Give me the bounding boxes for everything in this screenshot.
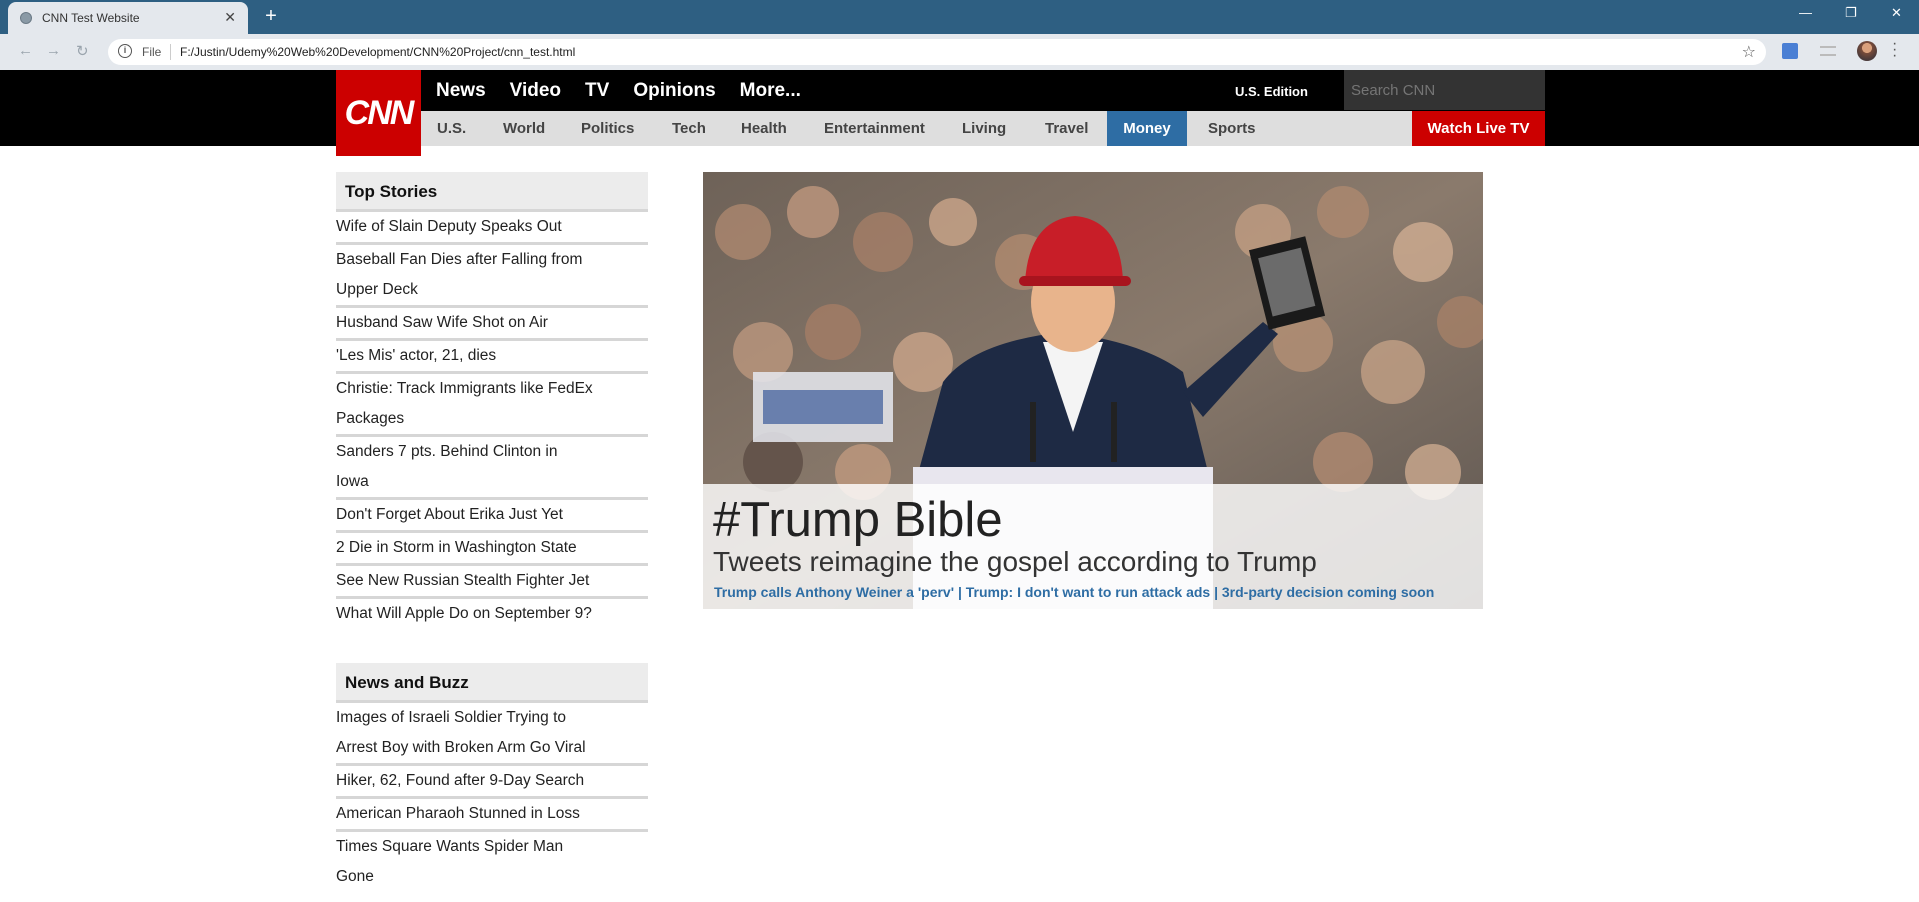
buzz-link[interactable]: Images of Israeli Soldier Trying to Arre… [336, 703, 648, 766]
story-link[interactable]: Husband Saw Wife Shot on Air [336, 308, 648, 341]
section-world[interactable]: World [503, 111, 545, 146]
section-nav: U.S. World Politics Tech Health Entertai… [421, 111, 1545, 146]
nav-video[interactable]: Video [510, 80, 561, 104]
section-money[interactable]: Money [1107, 111, 1187, 146]
buzz-link[interactable]: American Pharaoh Stunned in Loss [336, 799, 648, 832]
news-buzz-heading: News and Buzz [336, 663, 648, 703]
forward-arrow-icon[interactable]: → [46, 42, 61, 59]
nav-opinions[interactable]: Opinions [633, 80, 715, 104]
bookmark-star-icon[interactable]: ☆ [1742, 42, 1756, 62]
browser-toolbar: ← → ↻ i File F:/Justin/Udemy%20Web%20Dev… [0, 34, 1919, 70]
story-link[interactable]: Don't Forget About Erika Just Yet [336, 500, 648, 533]
nav-tv[interactable]: TV [585, 80, 609, 104]
hero-related-links[interactable]: Trump calls Anthony Weiner a 'perv' | Tr… [714, 584, 1434, 600]
reload-icon[interactable]: ↻ [76, 42, 89, 60]
story-link[interactable]: Wife of Slain Deputy Speaks Out [336, 212, 648, 245]
new-tab-button[interactable]: + [260, 6, 282, 28]
section-sports[interactable]: Sports [1208, 111, 1256, 146]
cnn-logo[interactable]: CNN [336, 70, 421, 156]
back-arrow-icon[interactable]: ← [18, 42, 33, 59]
close-window-button[interactable]: ✕ [1891, 5, 1902, 21]
hero-caption: #Trump Bible Tweets reimagine the gospel… [703, 484, 1483, 609]
close-tab-icon[interactable]: ✕ [224, 9, 236, 26]
url-text[interactable]: F:/Justin/Udemy%20Web%20Development/CNN%… [180, 45, 575, 59]
edition-selector[interactable]: U.S. Edition [1235, 84, 1308, 99]
tab-title: CNN Test Website [42, 11, 140, 25]
logo-text: CNN [344, 93, 415, 132]
sidebar: Top Stories Wife of Slain Deputy Speaks … [336, 172, 648, 892]
story-link[interactable]: Christie: Track Immigrants like FedEx Pa… [336, 374, 648, 437]
story-link[interactable]: 2 Die in Storm in Washington State [336, 533, 648, 566]
story-link[interactable]: Sanders 7 pts. Behind Clinton in Iowa [336, 437, 648, 500]
search-input[interactable] [1344, 70, 1545, 110]
story-link[interactable]: Baseball Fan Dies after Falling from Upp… [336, 245, 648, 308]
section-politics[interactable]: Politics [581, 111, 634, 146]
extension-icon[interactable] [1820, 46, 1836, 56]
minimize-button[interactable]: — [1799, 5, 1812, 20]
buzz-link[interactable]: Hiker, 62, Found after 9-Day Search [336, 766, 648, 799]
address-bar[interactable]: i File F:/Justin/Udemy%20Web%20Developme… [108, 39, 1766, 65]
url-scheme: File [142, 45, 162, 59]
divider [170, 44, 171, 60]
section-us[interactable]: U.S. [437, 111, 466, 146]
browser-tabstrip: CNN Test Website ✕ + — ❐ ✕ [0, 0, 1919, 34]
hero-story[interactable]: #Trump Bible Tweets reimagine the gospel… [703, 172, 1483, 609]
section-health[interactable]: Health [741, 111, 787, 146]
nav-news[interactable]: News [436, 80, 486, 104]
section-travel[interactable]: Travel [1045, 111, 1088, 146]
story-link[interactable]: See New Russian Stealth Fighter Jet [336, 566, 648, 599]
hero-subheadline[interactable]: Tweets reimagine the gospel according to… [713, 546, 1317, 578]
nav-more[interactable]: More... [740, 80, 801, 104]
globe-icon [20, 12, 32, 24]
info-icon[interactable]: i [118, 44, 132, 58]
section-entertainment[interactable]: Entertainment [824, 111, 925, 146]
section-tech[interactable]: Tech [672, 111, 706, 146]
restore-button[interactable]: ❐ [1845, 5, 1857, 21]
hero-headline[interactable]: #Trump Bible [713, 492, 1003, 548]
top-nav: News Video TV Opinions More... [436, 80, 825, 104]
buzz-link[interactable]: Times Square Wants Spider Man Gone [336, 832, 648, 892]
story-link[interactable]: 'Les Mis' actor, 21, dies [336, 341, 648, 374]
section-living[interactable]: Living [962, 111, 1006, 146]
story-link[interactable]: What Will Apple Do on September 9? [336, 599, 648, 629]
top-stories-heading: Top Stories [336, 172, 648, 212]
watch-live-button[interactable]: Watch Live TV [1412, 111, 1545, 146]
browser-tab[interactable]: CNN Test Website ✕ [8, 2, 248, 34]
browser-menu-icon[interactable]: · · · [1892, 36, 1897, 64]
profile-avatar[interactable] [1857, 41, 1877, 61]
translate-extension-icon[interactable] [1782, 43, 1798, 59]
